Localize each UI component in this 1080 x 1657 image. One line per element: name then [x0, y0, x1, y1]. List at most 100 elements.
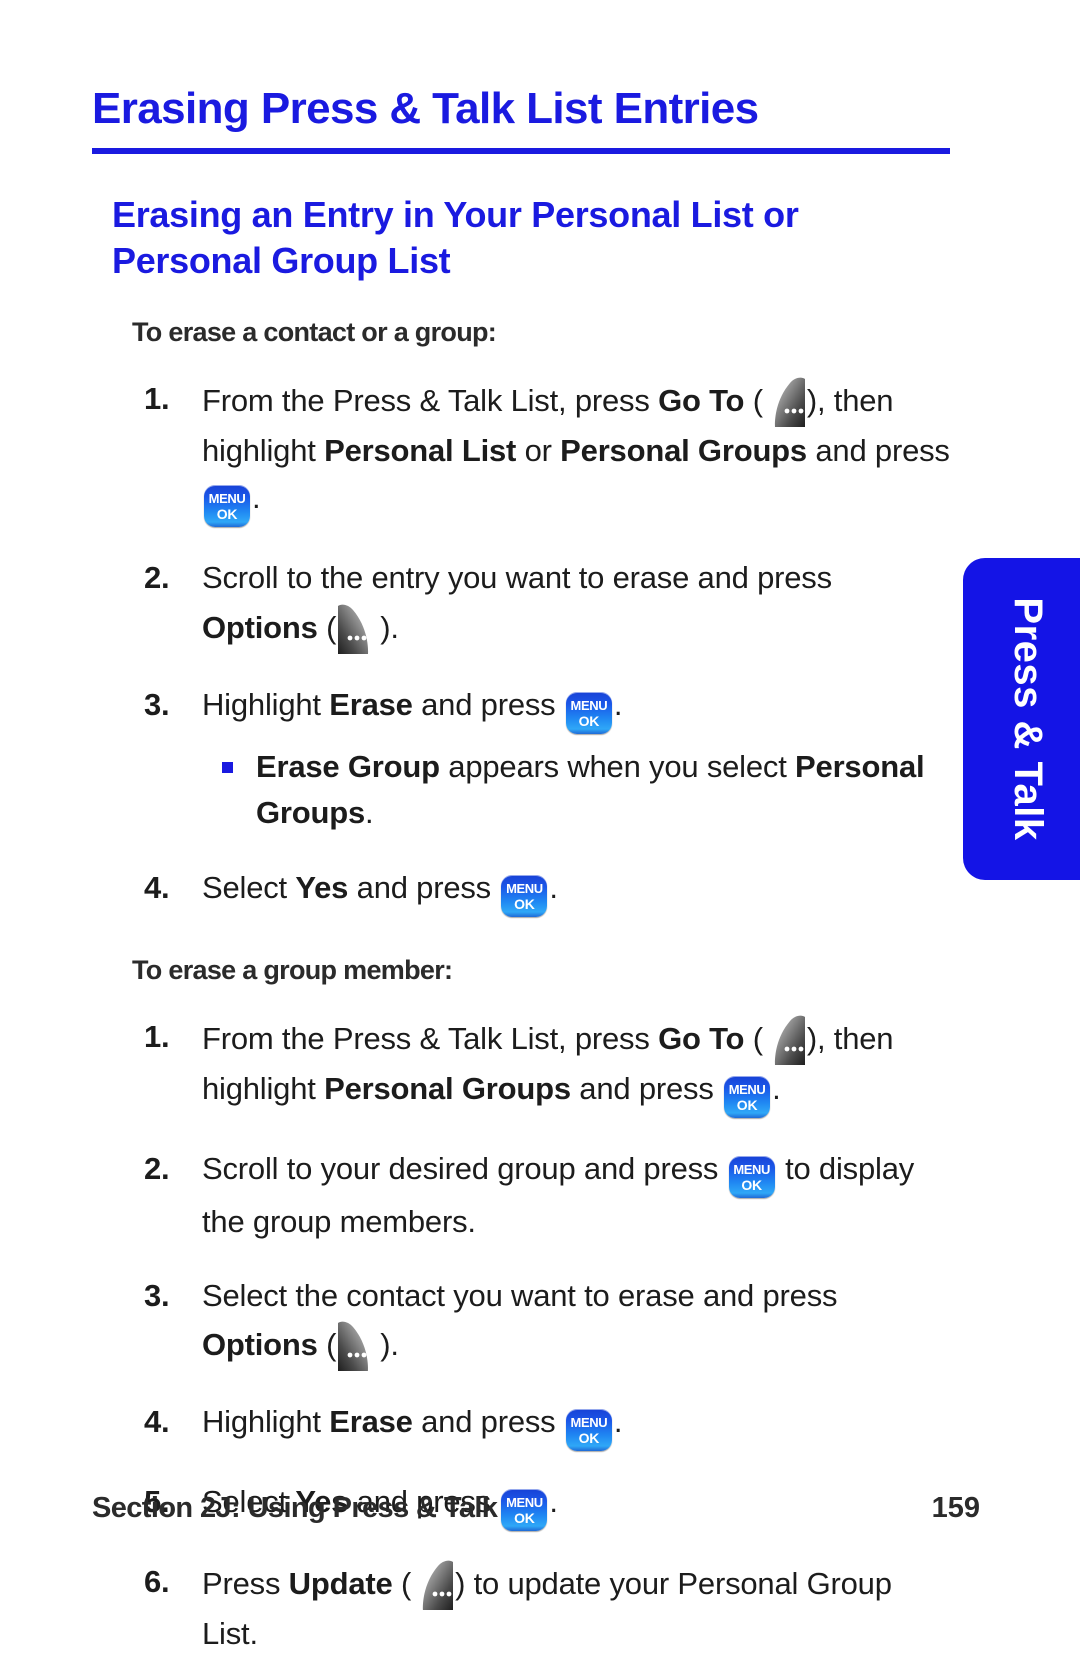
procedure-step: 4. Highlight Erase and press MENU OK. [92, 1398, 950, 1451]
step-text: . [549, 869, 558, 905]
step-text: ). [380, 609, 399, 645]
step-emphasis: Options [202, 609, 318, 645]
side-tab-press-and-talk[interactable]: Press & Talk [963, 558, 1080, 880]
step-text: . [613, 1403, 623, 1439]
step-emphasis: Yes [295, 869, 349, 905]
step-text: ( [317, 1326, 337, 1362]
menu-ok-line2: OK [736, 1096, 758, 1113]
step-text: ( [317, 609, 337, 645]
step-text: and press [412, 1403, 564, 1439]
step-body: Scroll to the entry you want to erase an… [202, 560, 832, 654]
menu-ok-line1: MENU [570, 697, 608, 713]
step-text: . [772, 1070, 781, 1106]
menu-ok-key-icon[interactable]: MENU OK [724, 1075, 771, 1118]
step-text: and press [348, 869, 500, 905]
step-body: Highlight Erase and press MENU OK. [202, 686, 623, 734]
step-text: ( [744, 1020, 763, 1056]
step-emphasis: Options [202, 1326, 318, 1362]
procedure-step: 3. Select the contact you want to erase a… [92, 1272, 950, 1371]
menu-ok-key-icon[interactable]: MENU OK [565, 1408, 612, 1451]
step-text: and press [806, 433, 950, 469]
step-number: 4. [144, 869, 170, 905]
go-to-softkey-icon[interactable] [765, 375, 805, 428]
update-softkey-icon[interactable] [413, 1558, 454, 1610]
step-emphasis: Go To [658, 383, 745, 419]
step-number: 1. [144, 1018, 170, 1054]
step-text: ( [744, 383, 763, 419]
menu-ok-line2: OK [514, 895, 535, 912]
step-text: Scroll to the entry you want to erase an… [202, 560, 832, 596]
page-footer: Section 2J: Using Press & Talk 159 [92, 1492, 980, 1525]
step-number: 6. [144, 1563, 170, 1599]
step-text: and press [412, 686, 564, 722]
manual-page: Press & Talk Erasing Press & Talk List E… [0, 0, 1080, 1651]
footer-section-label: Section 2J: Using Press & Talk [92, 1492, 498, 1524]
step-body: Select the contact you want to erase and… [202, 1277, 838, 1371]
step-text: ( [392, 1565, 412, 1601]
procedure-step: 3. Highlight Erase and press MENU OK. Erase… [92, 681, 950, 837]
step-number: 2. [144, 560, 170, 596]
step-body: Scroll to your desired group and press M… [202, 1151, 914, 1239]
step-text: Select the contact you want to erase and… [202, 1277, 838, 1313]
step-text: ). [380, 1326, 399, 1362]
step-emphasis: Personal Groups [324, 1070, 571, 1106]
procedure-step: 1. From the Press & Talk List, press Go T… [92, 1013, 950, 1118]
step-text: . [252, 480, 261, 516]
step-text: Highlight [202, 1403, 330, 1439]
side-tab-label: Press & Talk [1006, 597, 1051, 841]
page-title: Erasing Press & Talk List Entries [92, 84, 759, 133]
menu-ok-key-icon[interactable]: MENU OK [728, 1155, 775, 1198]
step-body: Highlight Erase and press MENU OK. [202, 1403, 623, 1451]
step-number: 3. [144, 686, 170, 722]
step-number: 4. [144, 1403, 170, 1439]
procedure-step: 6. Press Update () to update your Persona… [92, 1558, 950, 1657]
menu-ok-line1: MENU [570, 1414, 608, 1430]
menu-ok-key-icon[interactable]: MENU OK [501, 874, 548, 917]
menu-ok-line1: MENU [733, 1161, 770, 1177]
procedure-1-steps: 1. From the Press & Talk List, press Go T… [92, 375, 950, 917]
step-text: or [516, 433, 561, 469]
step-number: 2. [144, 1150, 170, 1186]
step-text: appears when you select [439, 748, 796, 784]
step-text: . [365, 795, 374, 831]
step-text: From the Press & Talk List, press [202, 383, 659, 419]
subitem-body: Erase Group appears when you select Pers… [256, 748, 925, 831]
go-to-softkey-icon[interactable] [765, 1013, 805, 1065]
procedure-2-lead-in: To erase a group member: [132, 954, 453, 985]
step-body: From the Press & Talk List, press Go To … [202, 377, 950, 528]
options-softkey-icon[interactable] [338, 602, 378, 654]
page-content: Erasing Press & Talk List Entries Erasin… [92, 0, 950, 1657]
procedure-step: 2. Scroll to your desired group and press… [92, 1145, 950, 1245]
step-number: 3. [144, 1277, 170, 1313]
step-body: Select Yes and press MENU OK. [202, 869, 558, 917]
procedure-step: 1. From the Press & Talk List, press Go T… [92, 375, 950, 528]
procedure-step: 4. Select Yes and press MENU OK. [92, 864, 950, 917]
step-text: Press [202, 1565, 289, 1601]
section-heading: Erasing an Entry in Your Personal List o… [112, 194, 799, 282]
step-emphasis: Update [288, 1565, 393, 1601]
step-emphasis: Personal List [324, 433, 517, 469]
step-number: 1. [144, 381, 170, 417]
menu-ok-line2: OK [216, 506, 238, 523]
menu-ok-line2: OK [578, 712, 600, 729]
procedure-1-lead-in: To erase a contact or a group: [132, 317, 497, 348]
menu-ok-key-icon[interactable]: MENU OK [565, 691, 612, 734]
step-emphasis: Erase [329, 686, 413, 722]
step-emphasis: Go To [658, 1020, 745, 1056]
options-softkey-icon[interactable] [338, 1319, 378, 1371]
menu-ok-line1: MENU [506, 880, 543, 896]
menu-ok-line1: MENU [208, 491, 246, 507]
menu-ok-line1: MENU [728, 1081, 766, 1097]
square-bullet-icon [222, 761, 233, 773]
step-text: . [613, 686, 623, 722]
step-emphasis: Personal Groups [560, 433, 807, 469]
step-text: From the Press & Talk List, press [202, 1020, 659, 1056]
procedure-2-steps: 1. From the Press & Talk List, press Go T… [92, 1013, 950, 1657]
step-text: Scroll to your desired group and press [202, 1150, 727, 1186]
step-body: Press Update () to update your Personal … [202, 1560, 892, 1651]
step-body: From the Press & Talk List, press Go To … [202, 1015, 894, 1118]
step-subitem: Erase Group appears when you select Pers… [202, 744, 950, 837]
step-text: Highlight [202, 686, 330, 722]
step-text: Select [202, 869, 296, 905]
menu-ok-key-icon[interactable]: MENU OK [204, 485, 250, 528]
